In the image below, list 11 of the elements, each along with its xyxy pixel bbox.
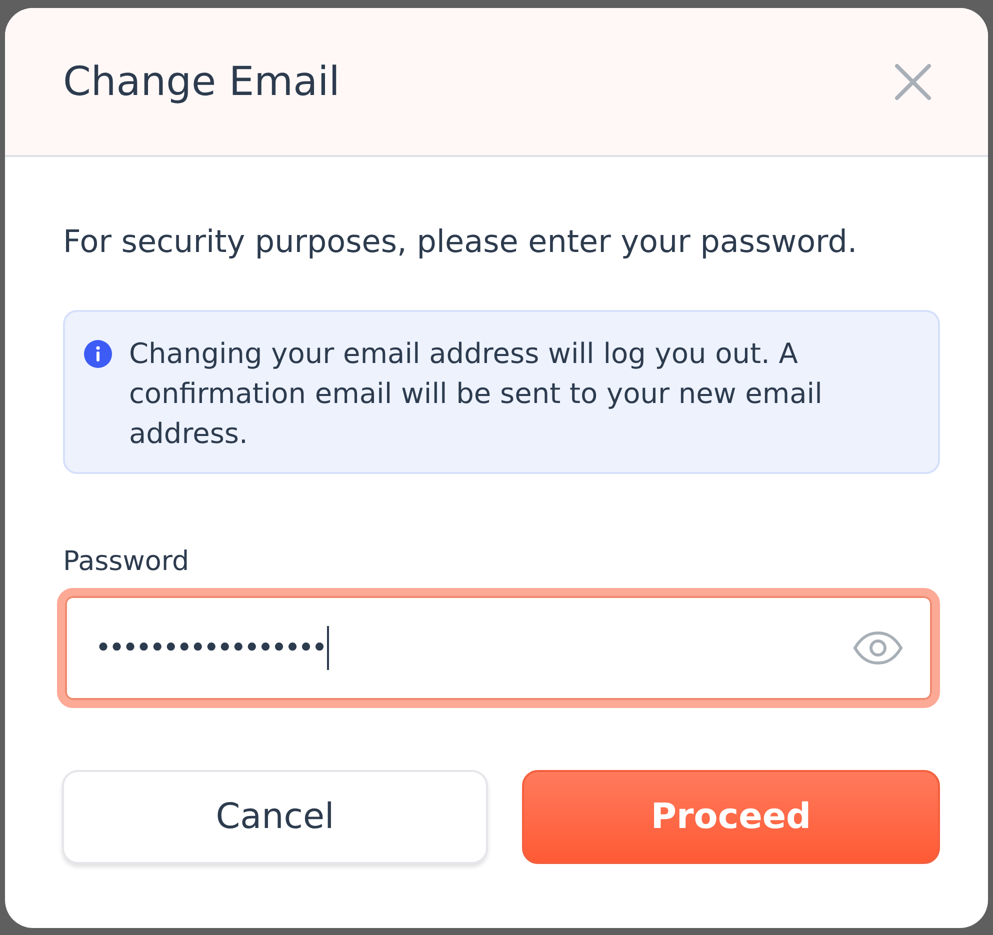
info-icon — [83, 338, 113, 368]
dialog-title: Change Email — [63, 58, 340, 106]
close-icon — [893, 62, 933, 102]
password-label: Password — [63, 544, 190, 578]
close-button[interactable] — [893, 62, 933, 102]
notice-text: Changing your email address will log you out. A confirmation email will be sent to your new email address. — [129, 336, 824, 452]
eye-icon — [852, 631, 904, 665]
password-field[interactable]: ••••••••••••••••• — [57, 588, 940, 708]
masked-password: ••••••••••••••••• — [95, 630, 325, 666]
cancel-button[interactable]: Cancel — [62, 770, 488, 864]
instruction-text: For security purposes, please enter your password. — [63, 223, 858, 262]
